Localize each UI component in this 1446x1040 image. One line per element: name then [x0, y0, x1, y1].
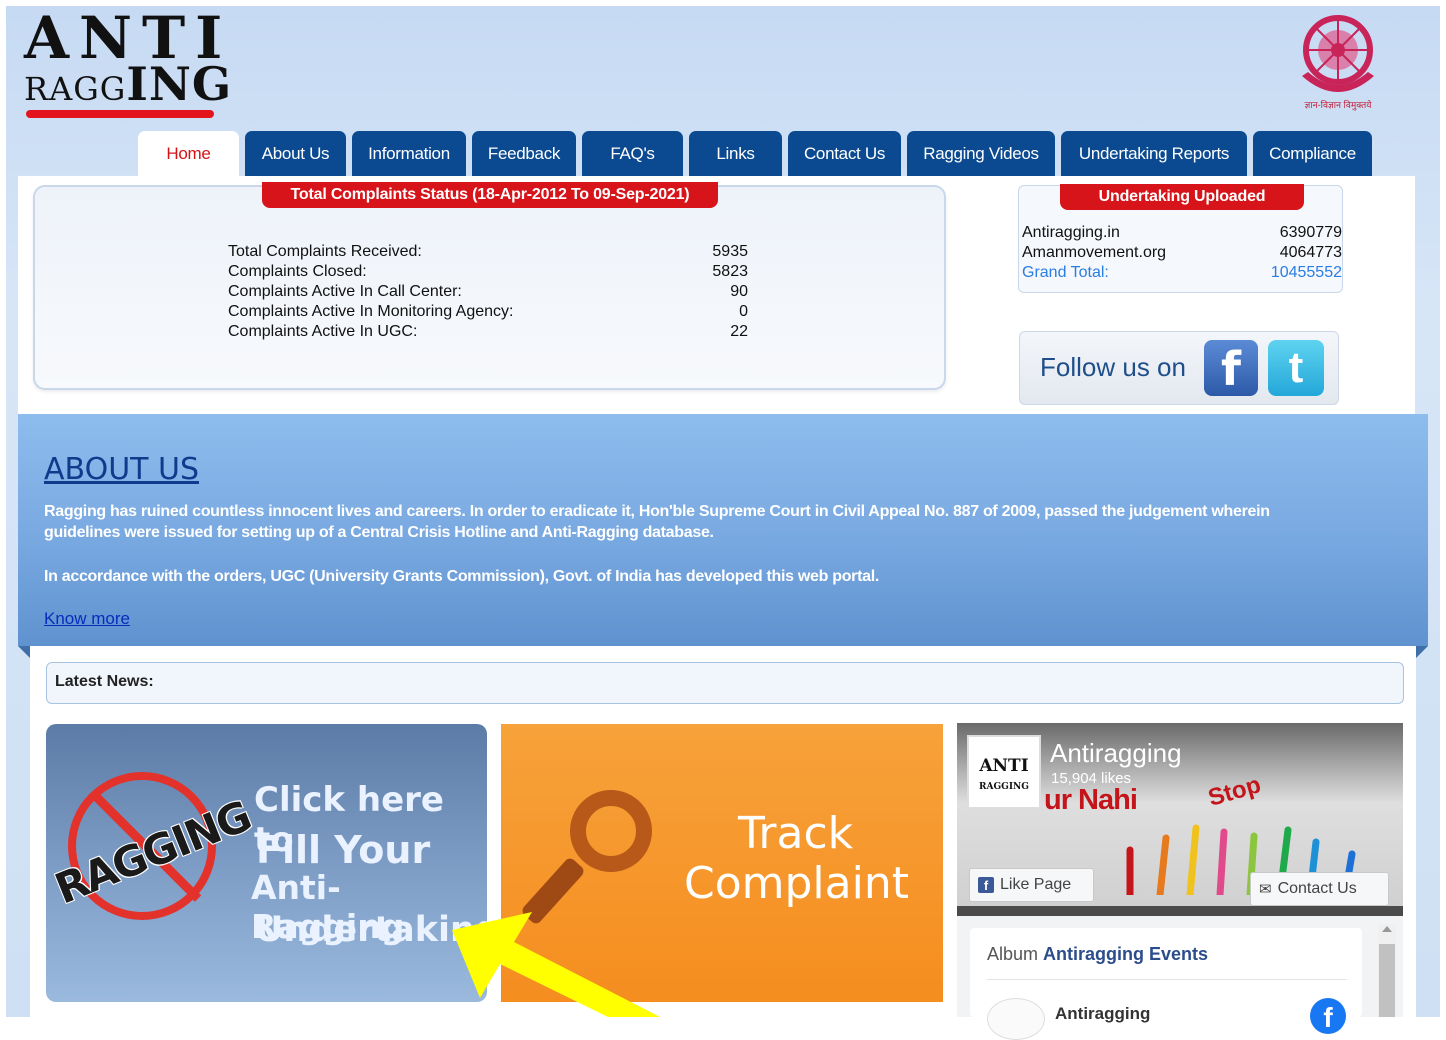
- main-nav: Home About Us Information Feedback FAQ's…: [138, 131, 1372, 176]
- fb-cover-bar: [957, 906, 1403, 916]
- magnifier-icon: [570, 790, 652, 872]
- undertaking-total-row: Grand Total: 10455552: [1022, 264, 1342, 281]
- follow-us-text: Follow us on: [1040, 352, 1186, 382]
- yellow-arrow-icon: [452, 912, 660, 1017]
- fb-scrollbar-thumb[interactable]: [1379, 944, 1395, 1017]
- fb-page-name[interactable]: Antiragging: [1050, 738, 1182, 769]
- nav-feedback[interactable]: Feedback: [472, 131, 576, 176]
- album-divider: [987, 979, 1347, 980]
- undertaking-row: Amanmovement.org 4064773: [1022, 244, 1342, 261]
- nav-undertaking-reports[interactable]: Undertaking Reports: [1061, 131, 1247, 176]
- about-paragraph-1b: guidelines were issued for setting up of…: [44, 524, 714, 541]
- nav-about-us[interactable]: About Us: [245, 131, 346, 176]
- contact-us-label: Contact Us: [1277, 880, 1357, 897]
- track-line-2: Complaint: [684, 858, 909, 909]
- fb-album-title[interactable]: Album Antiragging Events: [987, 944, 1208, 965]
- about-paragraph-2: In accordance with the orders, UGC (Univ…: [44, 568, 880, 585]
- nav-ragging-videos[interactable]: Ragging Videos: [907, 131, 1055, 176]
- complaints-stats: Total Complaints Received: 5935 Complaint…: [228, 242, 748, 342]
- twitter-icon[interactable]: t: [1268, 340, 1324, 396]
- stat-row: Complaints Active In Monitoring Agency: 0: [228, 303, 748, 320]
- ugc-motto: ज्ञान-विज्ञान विमुक्तये: [1304, 100, 1372, 110]
- ugc-emblem: ज्ञान-विज्ञान विमुक्तये: [1290, 10, 1386, 114]
- about-paragraph-1a: Ragging has ruined countless innocent li…: [44, 503, 1270, 520]
- like-page-label: Like Page: [1000, 876, 1072, 893]
- anti-ragging-logo[interactable]: ANTI RAGGING: [24, 8, 231, 120]
- fb-cover-slogan: ur Nahi: [1044, 784, 1138, 816]
- fb-post-author[interactable]: Antiragging: [1055, 1004, 1150, 1024]
- tile-line-2: Fill Your: [256, 828, 431, 872]
- track-line-1: Track: [738, 808, 854, 859]
- about-us-title[interactable]: ABOUT US: [44, 452, 199, 487]
- banner-fold-right: [1416, 646, 1428, 658]
- complaints-status-title: Total Complaints Status (18-Apr-2012 To …: [262, 182, 718, 208]
- logo-underline: [26, 110, 214, 118]
- nav-faqs[interactable]: FAQ's: [582, 131, 683, 176]
- banner-fold-left: [18, 646, 30, 658]
- nav-links[interactable]: Links: [689, 131, 782, 176]
- undertaking-stats: Antiragging.in 6390779 Amanmovement.org 40…: [1022, 223, 1342, 283]
- latest-news-label: Latest News:: [55, 673, 154, 690]
- know-more-link[interactable]: Know more: [44, 609, 130, 629]
- stat-row: Complaints Closed: 5823: [228, 263, 748, 280]
- nav-home[interactable]: Home: [138, 131, 239, 176]
- facebook-icon[interactable]: f: [1204, 340, 1258, 396]
- scroll-up-icon[interactable]: [1382, 926, 1392, 932]
- nav-compliance[interactable]: Compliance: [1253, 131, 1372, 176]
- undertaking-uploaded-title: Undertaking Uploaded: [1060, 184, 1304, 210]
- undertaking-row: Antiragging.in 6390779: [1022, 224, 1342, 241]
- facebook-logo-icon[interactable]: f: [1310, 998, 1346, 1034]
- logo-line2: RAGGING: [24, 57, 233, 111]
- stat-row: Complaints Active In Call Center: 90: [228, 283, 748, 300]
- fb-post-avatar[interactable]: [987, 998, 1045, 1040]
- fill-undertaking-tile[interactable]: RAGGING Click here to Fill Your Anti-Rag…: [46, 724, 487, 1002]
- stat-row: Total Complaints Received: 5935: [228, 243, 748, 260]
- fb-contact-us-button[interactable]: ✉ Contact Us: [1250, 872, 1389, 906]
- nav-information[interactable]: Information: [352, 131, 466, 176]
- like-page-button[interactable]: f Like Page: [969, 868, 1094, 902]
- ugc-wheel-icon: [1302, 15, 1374, 92]
- fb-page-avatar[interactable]: ANTI RAGGING: [967, 735, 1041, 809]
- envelope-icon: ✉: [1259, 881, 1272, 898]
- stat-row: Complaints Active In UGC: 22: [228, 323, 748, 340]
- latest-news-bar: Latest News:: [46, 662, 1404, 704]
- nav-contact-us[interactable]: Contact Us: [788, 131, 901, 176]
- facebook-icon: f: [978, 877, 994, 893]
